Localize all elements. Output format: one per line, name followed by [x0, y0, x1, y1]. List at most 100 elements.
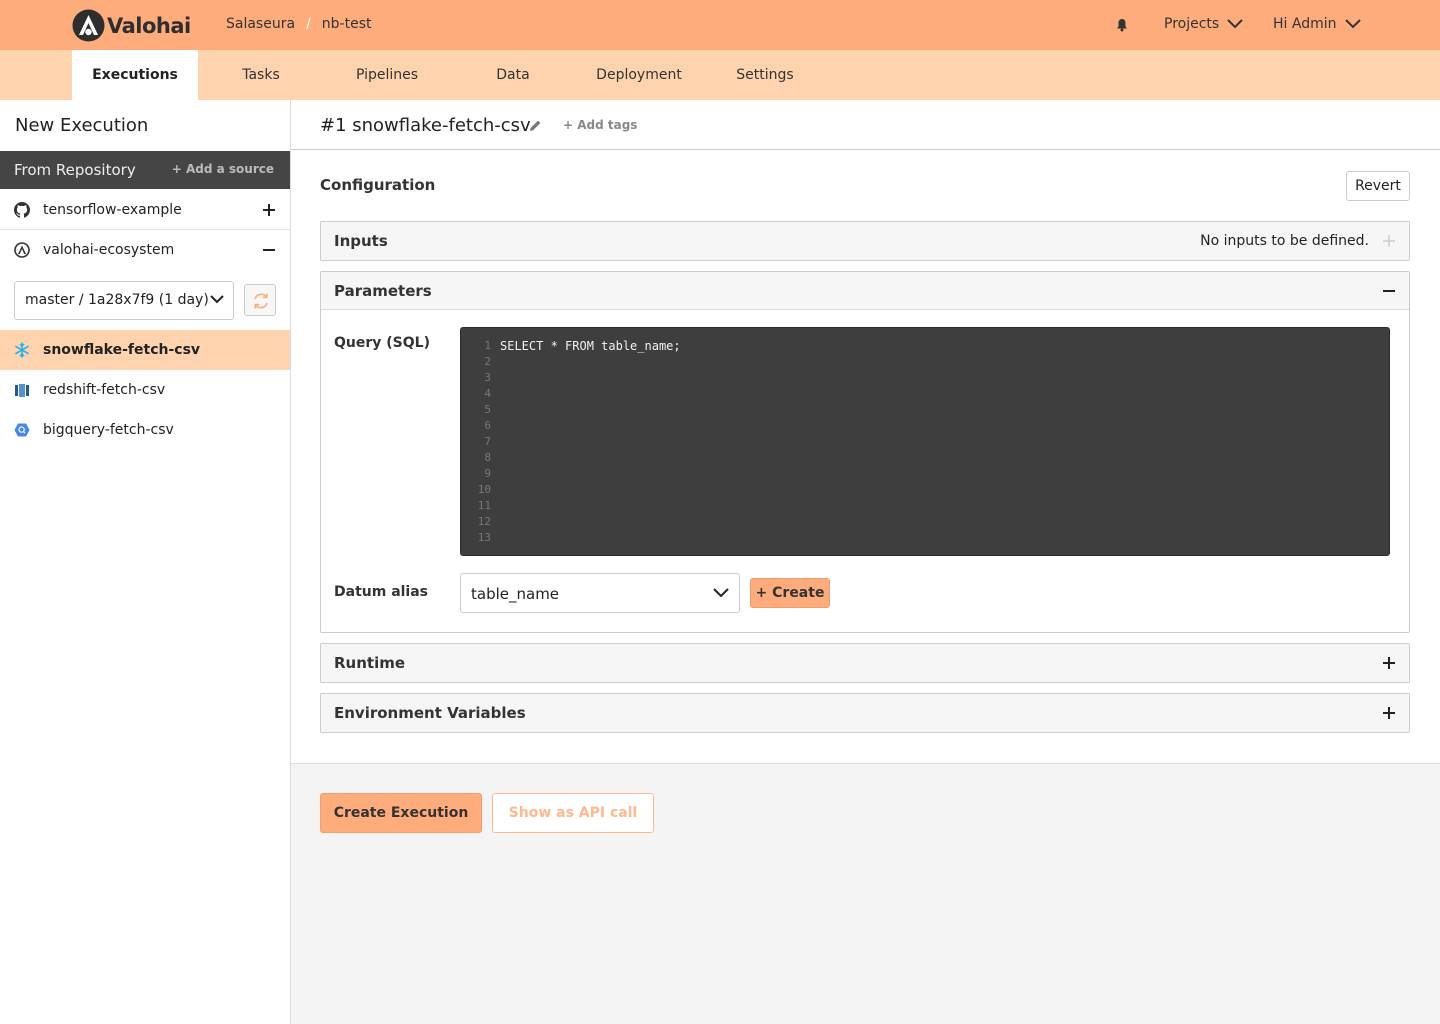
branch-select[interactable]: master / 1a28x7f9 (1 day): [14, 281, 234, 320]
repo-item-tensorflow-example[interactable]: tensorflow-example: [0, 190, 290, 230]
notification-bell-icon[interactable]: [1116, 18, 1128, 32]
tab-data[interactable]: Data: [450, 50, 576, 100]
add-plus-icon: [1383, 235, 1395, 247]
inputs-title: Inputs: [334, 232, 388, 250]
add-source-link[interactable]: + Add a source: [172, 162, 274, 176]
github-icon: [14, 202, 30, 218]
create-execution-button[interactable]: Create Execution: [320, 793, 482, 833]
valohai-logo[interactable]: Valohai: [72, 9, 191, 42]
tab-tasks[interactable]: Tasks: [198, 50, 324, 100]
repo-item-valohai-ecosystem[interactable]: valohai-ecosystem: [0, 230, 290, 270]
inputs-note: No inputs to be defined.: [1200, 233, 1369, 249]
configuration-title: Configuration: [320, 176, 436, 194]
step-item-snowflake-fetch-csv[interactable]: snowflake-fetch-csv: [0, 330, 290, 370]
tab-settings[interactable]: Settings: [702, 50, 828, 100]
step-name: redshift-fetch-csv: [43, 382, 166, 398]
environment-variables-panel-header[interactable]: Environment Variables: [321, 694, 1409, 732]
user-dropdown[interactable]: Hi Admin: [1273, 16, 1361, 32]
expand-plus-icon: [1383, 657, 1395, 669]
parameters-panel-header[interactable]: Parameters: [321, 272, 1409, 310]
repo-name: tensorflow-example: [43, 202, 182, 218]
execution-title: #1 snowflake-fetch-csv: [320, 115, 531, 136]
query-label: Query (SQL): [334, 335, 430, 351]
inputs-panel: Inputs No inputs to be defined.: [320, 221, 1410, 261]
chevron-down-icon: [1227, 19, 1243, 29]
refresh-button[interactable]: [244, 284, 276, 316]
collapse-minus-icon: [1383, 290, 1395, 292]
runtime-title: Runtime: [334, 654, 406, 672]
step-item-bigquery-fetch-csv[interactable]: bigquery-fetch-csv: [0, 410, 290, 450]
runtime-panel-header[interactable]: Runtime: [321, 644, 1409, 682]
line-number: 4: [484, 387, 491, 400]
line-number: 11: [477, 499, 491, 512]
source-header-label: From Repository: [14, 161, 136, 179]
datum-alias-select[interactable]: table_name: [460, 573, 740, 613]
collapse-minus-icon[interactable]: [262, 243, 276, 257]
sidebar: New Execution From Repository + Add a so…: [0, 100, 291, 1024]
environment-variables-panel: Environment Variables: [320, 693, 1410, 733]
source-header: From Repository + Add a source: [0, 151, 290, 189]
show-api-call-button[interactable]: Show as API call: [492, 793, 654, 833]
line-number: 12: [477, 515, 491, 528]
breadcrumb: Salaseura / nb-test: [226, 16, 371, 32]
tab-deployment[interactable]: Deployment: [576, 50, 702, 100]
parameters-title: Parameters: [334, 282, 432, 300]
parameters-panel: Parameters Query (SQL) 1 2 3 4 5 6 7 8 9 10 11 12 13…: [320, 271, 1410, 633]
chevron-down-icon: [210, 295, 224, 304]
add-tags-link[interactable]: + Add tags: [563, 118, 637, 132]
line-number: 5: [484, 403, 491, 416]
line-number: 10: [477, 483, 491, 496]
action-footer: Create Execution Show as API call: [291, 764, 1440, 1024]
breadcrumb-separator: /: [306, 16, 311, 32]
line-number: 6: [484, 419, 491, 432]
line-number: 7: [484, 435, 491, 448]
repo-name: valohai-ecosystem: [43, 242, 175, 258]
line-number: 1: [484, 339, 491, 352]
line-number: 13: [477, 531, 491, 544]
datum-alias-value: table_name: [471, 585, 560, 603]
code-line: SELECT * FROM table_name;: [500, 339, 681, 353]
line-number: 3: [484, 371, 491, 384]
project-tabs: Executions Tasks Pipelines Data Deployme…: [0, 50, 1440, 100]
sql-code-editor[interactable]: 1 2 3 4 5 6 7 8 9 10 11 12 13 SELECT * FROM table_na…: [460, 327, 1390, 556]
edit-pencil-icon[interactable]: [529, 119, 542, 132]
tab-executions[interactable]: Executions: [72, 50, 198, 100]
sql-code: SELECT * FROM table_name;: [500, 338, 681, 546]
user-label: Hi Admin: [1273, 16, 1337, 32]
logo-text: Valohai: [107, 13, 191, 38]
chevron-down-icon: [1344, 19, 1361, 29]
create-datum-button[interactable]: + Create: [750, 578, 830, 608]
step-item-redshift-fetch-csv[interactable]: redshift-fetch-csv: [0, 370, 290, 410]
datum-alias-label: Datum alias: [334, 584, 429, 600]
bigquery-icon: [14, 423, 30, 437]
sidebar-title: New Execution: [15, 115, 149, 136]
branch-value: master / 1a28x7f9 (1 day): [25, 292, 209, 308]
breadcrumb-project[interactable]: nb-test: [322, 16, 372, 32]
snowflake-icon: [15, 342, 29, 358]
tab-pipelines[interactable]: Pipelines: [324, 50, 450, 100]
expand-plus-icon[interactable]: [262, 203, 276, 217]
environment-variables-title: Environment Variables: [334, 704, 526, 722]
valohai-logo-icon: [72, 9, 105, 42]
redshift-icon: [15, 384, 29, 397]
line-number-gutter: 1 2 3 4 5 6 7 8 9 10 11 12 13: [461, 338, 491, 546]
line-number: 8: [484, 451, 491, 464]
line-number: 9: [484, 467, 491, 480]
projects-dropdown[interactable]: Projects: [1164, 16, 1243, 32]
top-bar: Valohai Salaseura / nb-test Projects Hi …: [0, 0, 1440, 50]
runtime-panel: Runtime: [320, 643, 1410, 683]
breadcrumb-org[interactable]: Salaseura: [226, 16, 295, 32]
execution-header: #1 snowflake-fetch-csv + Add tags: [291, 100, 1440, 150]
inputs-panel-header[interactable]: Inputs No inputs to be defined.: [321, 222, 1409, 260]
revert-button[interactable]: Revert: [1346, 171, 1410, 201]
